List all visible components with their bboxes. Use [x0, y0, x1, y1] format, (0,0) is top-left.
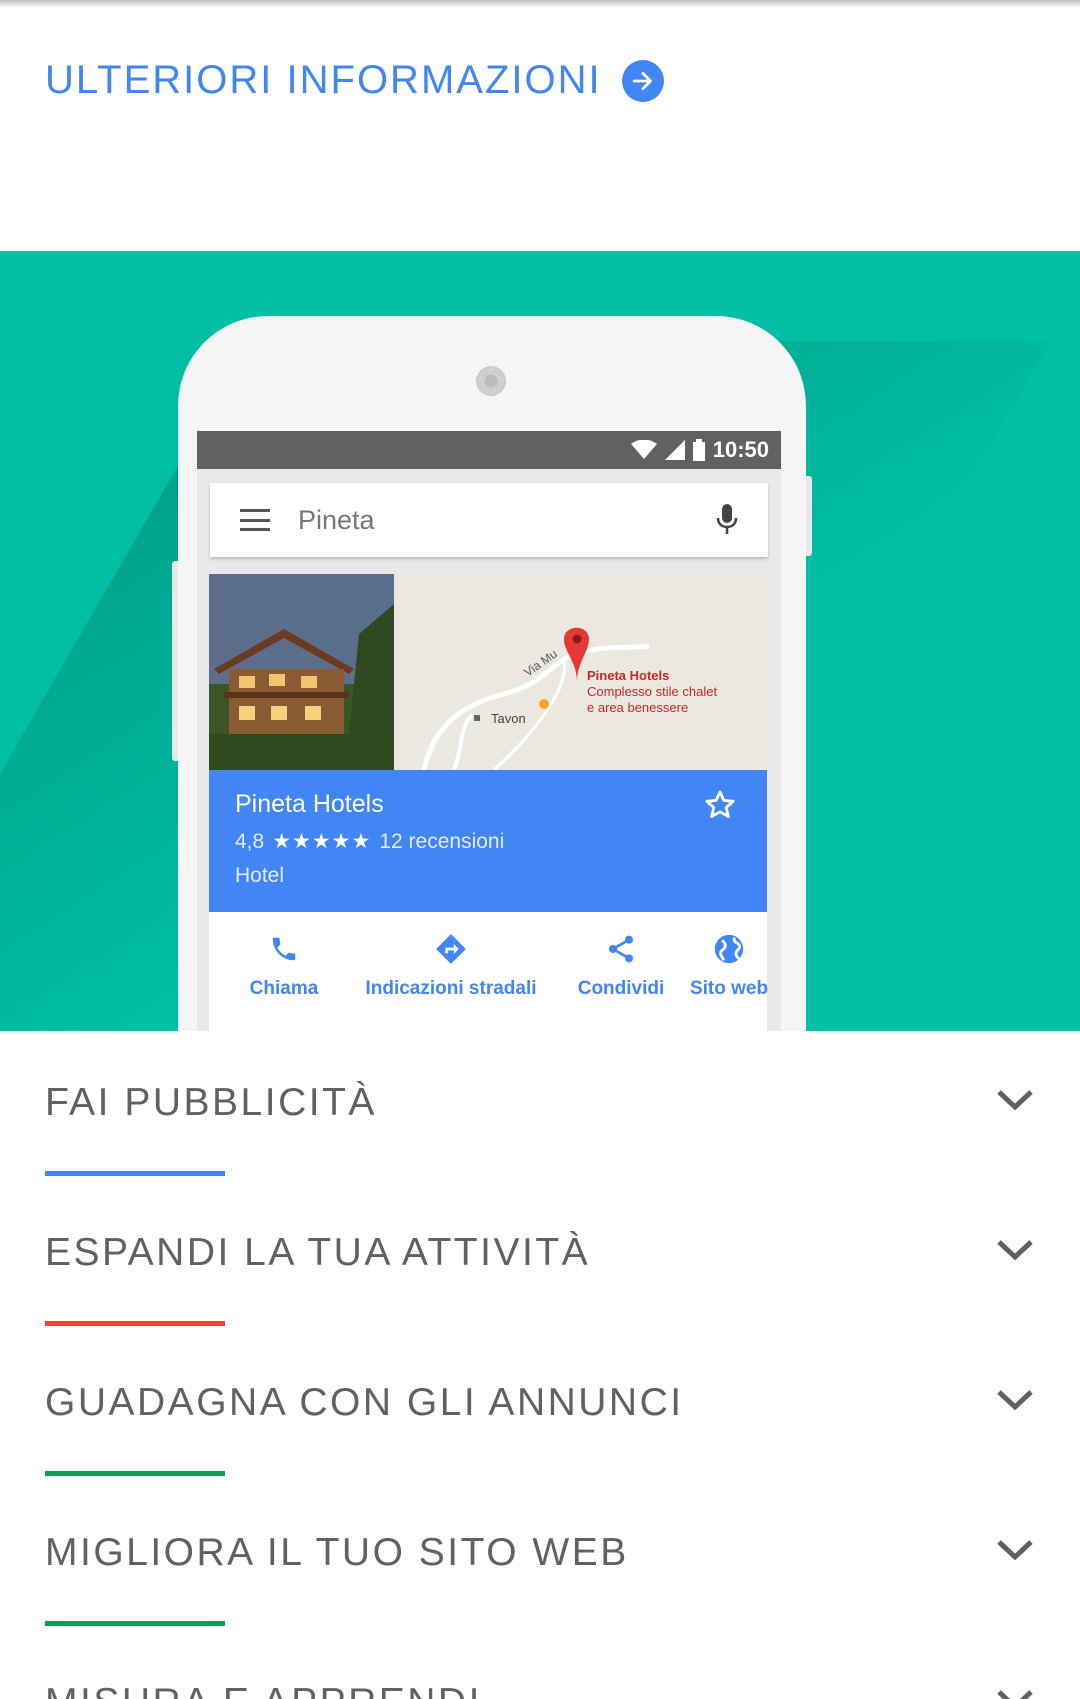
accordion-title: GUADAGNA CON GLI ANNUNCI [45, 1381, 684, 1424]
signal-icon [664, 440, 685, 460]
learn-more-label: ULTERIORI INFORMAZIONI [45, 58, 602, 102]
phone-screen: 10:50 Pineta Via Mu Tavon Pineta Hotels … [197, 431, 781, 1031]
share-action-label: Condividi [577, 978, 665, 999]
accordion-title: MIGLIORA IL TUO SITO WEB [45, 1531, 629, 1574]
place-card[interactable]: Via Mu Tavon Pineta Hotels Complesso sti… [209, 574, 769, 1031]
website-action-label: Sito web [689, 978, 769, 999]
top-shadow [0, 0, 1080, 8]
star-outline-icon[interactable] [703, 788, 737, 822]
chevron-down-icon[interactable] [995, 1537, 1035, 1563]
accordion-title: MISURA E APPRENDI [45, 1681, 482, 1699]
accordion-item-earn[interactable]: GUADAGNA CON GLI ANNUNCI [0, 1331, 1080, 1481]
hero-banner: 10:50 Pineta Via Mu Tavon Pineta Hotels … [0, 251, 1080, 1031]
arrow-right-circle-icon [621, 59, 664, 102]
globe-icon [689, 932, 769, 966]
directions-action[interactable]: Indicazioni stradali [331, 932, 571, 1000]
accent-bar [45, 1171, 225, 1176]
search-input[interactable]: Pineta [298, 505, 716, 536]
battery-icon [692, 439, 705, 461]
chevron-down-icon[interactable] [995, 1387, 1035, 1413]
status-bar: 10:50 [197, 431, 781, 469]
accordion-item-advertise[interactable]: FAI PUBBLICITÀ [0, 1031, 1080, 1181]
search-bar[interactable]: Pineta [210, 483, 768, 557]
call-action[interactable]: Chiama [249, 932, 319, 1000]
directions-action-label: Indicazioni stradali [365, 978, 537, 999]
rating-stars: ★★★★★ [272, 830, 372, 853]
chevron-down-icon[interactable] [995, 1237, 1035, 1263]
accent-bar [45, 1321, 225, 1326]
map-pin-desc-2: e area benessere [587, 700, 689, 715]
call-action-label: Chiama [249, 978, 319, 999]
wifi-icon [630, 440, 657, 459]
map-town-label: Tavon [491, 711, 526, 726]
place-type: Hotel [235, 864, 285, 887]
microphone-icon[interactable] [716, 504, 738, 536]
directions-icon [331, 932, 571, 966]
share-icon [571, 932, 671, 966]
status-time: 10:50 [712, 437, 769, 462]
place-actions: Chiama Indicazioni stradali Condividi Si… [209, 912, 769, 1022]
chevron-down-icon[interactable] [995, 1087, 1035, 1113]
share-action[interactable]: Condividi [571, 932, 671, 1000]
accordion-item-measure[interactable]: MISURA E APPRENDI [0, 1631, 1080, 1699]
accordion-item-grow[interactable]: ESPANDI LA TUA ATTIVITÀ [0, 1181, 1080, 1331]
map-pin-title: Pineta Hotels [587, 668, 670, 683]
rating-value: 4,8 [235, 829, 265, 853]
chevron-down-icon[interactable] [995, 1687, 1035, 1699]
learn-more-link[interactable]: ULTERIORI INFORMAZIONI [45, 58, 664, 103]
accordion-item-website[interactable]: MIGLIORA IL TUO SITO WEB [0, 1481, 1080, 1631]
accordion-title: ESPANDI LA TUA ATTIVITÀ [45, 1231, 591, 1274]
hotel-photo[interactable] [209, 574, 394, 770]
review-count: 12 recensioni [379, 829, 505, 853]
website-action[interactable]: Sito web [689, 932, 769, 1000]
phone-icon [249, 932, 319, 966]
menu-icon[interactable] [240, 509, 270, 531]
map-preview[interactable]: Via Mu Tavon Pineta Hotels Complesso sti… [394, 574, 767, 770]
map-pin-desc-1: Complesso stile chalet [587, 684, 718, 699]
place-rating: 4,8 ★★★★★ 12 recensioni [235, 829, 741, 854]
accent-bar [45, 1471, 225, 1476]
phone-speaker [476, 366, 506, 396]
accordion-title: FAI PUBBLICITÀ [45, 1081, 377, 1124]
map-pin-label: Pineta Hotels Complesso stile chalet e a… [587, 668, 717, 716]
place-name: Pineta Hotels [235, 790, 384, 818]
accent-bar [45, 1621, 225, 1626]
place-info-panel[interactable]: Pineta Hotels 4,8 ★★★★★ 12 recensioni Ho… [209, 770, 767, 912]
